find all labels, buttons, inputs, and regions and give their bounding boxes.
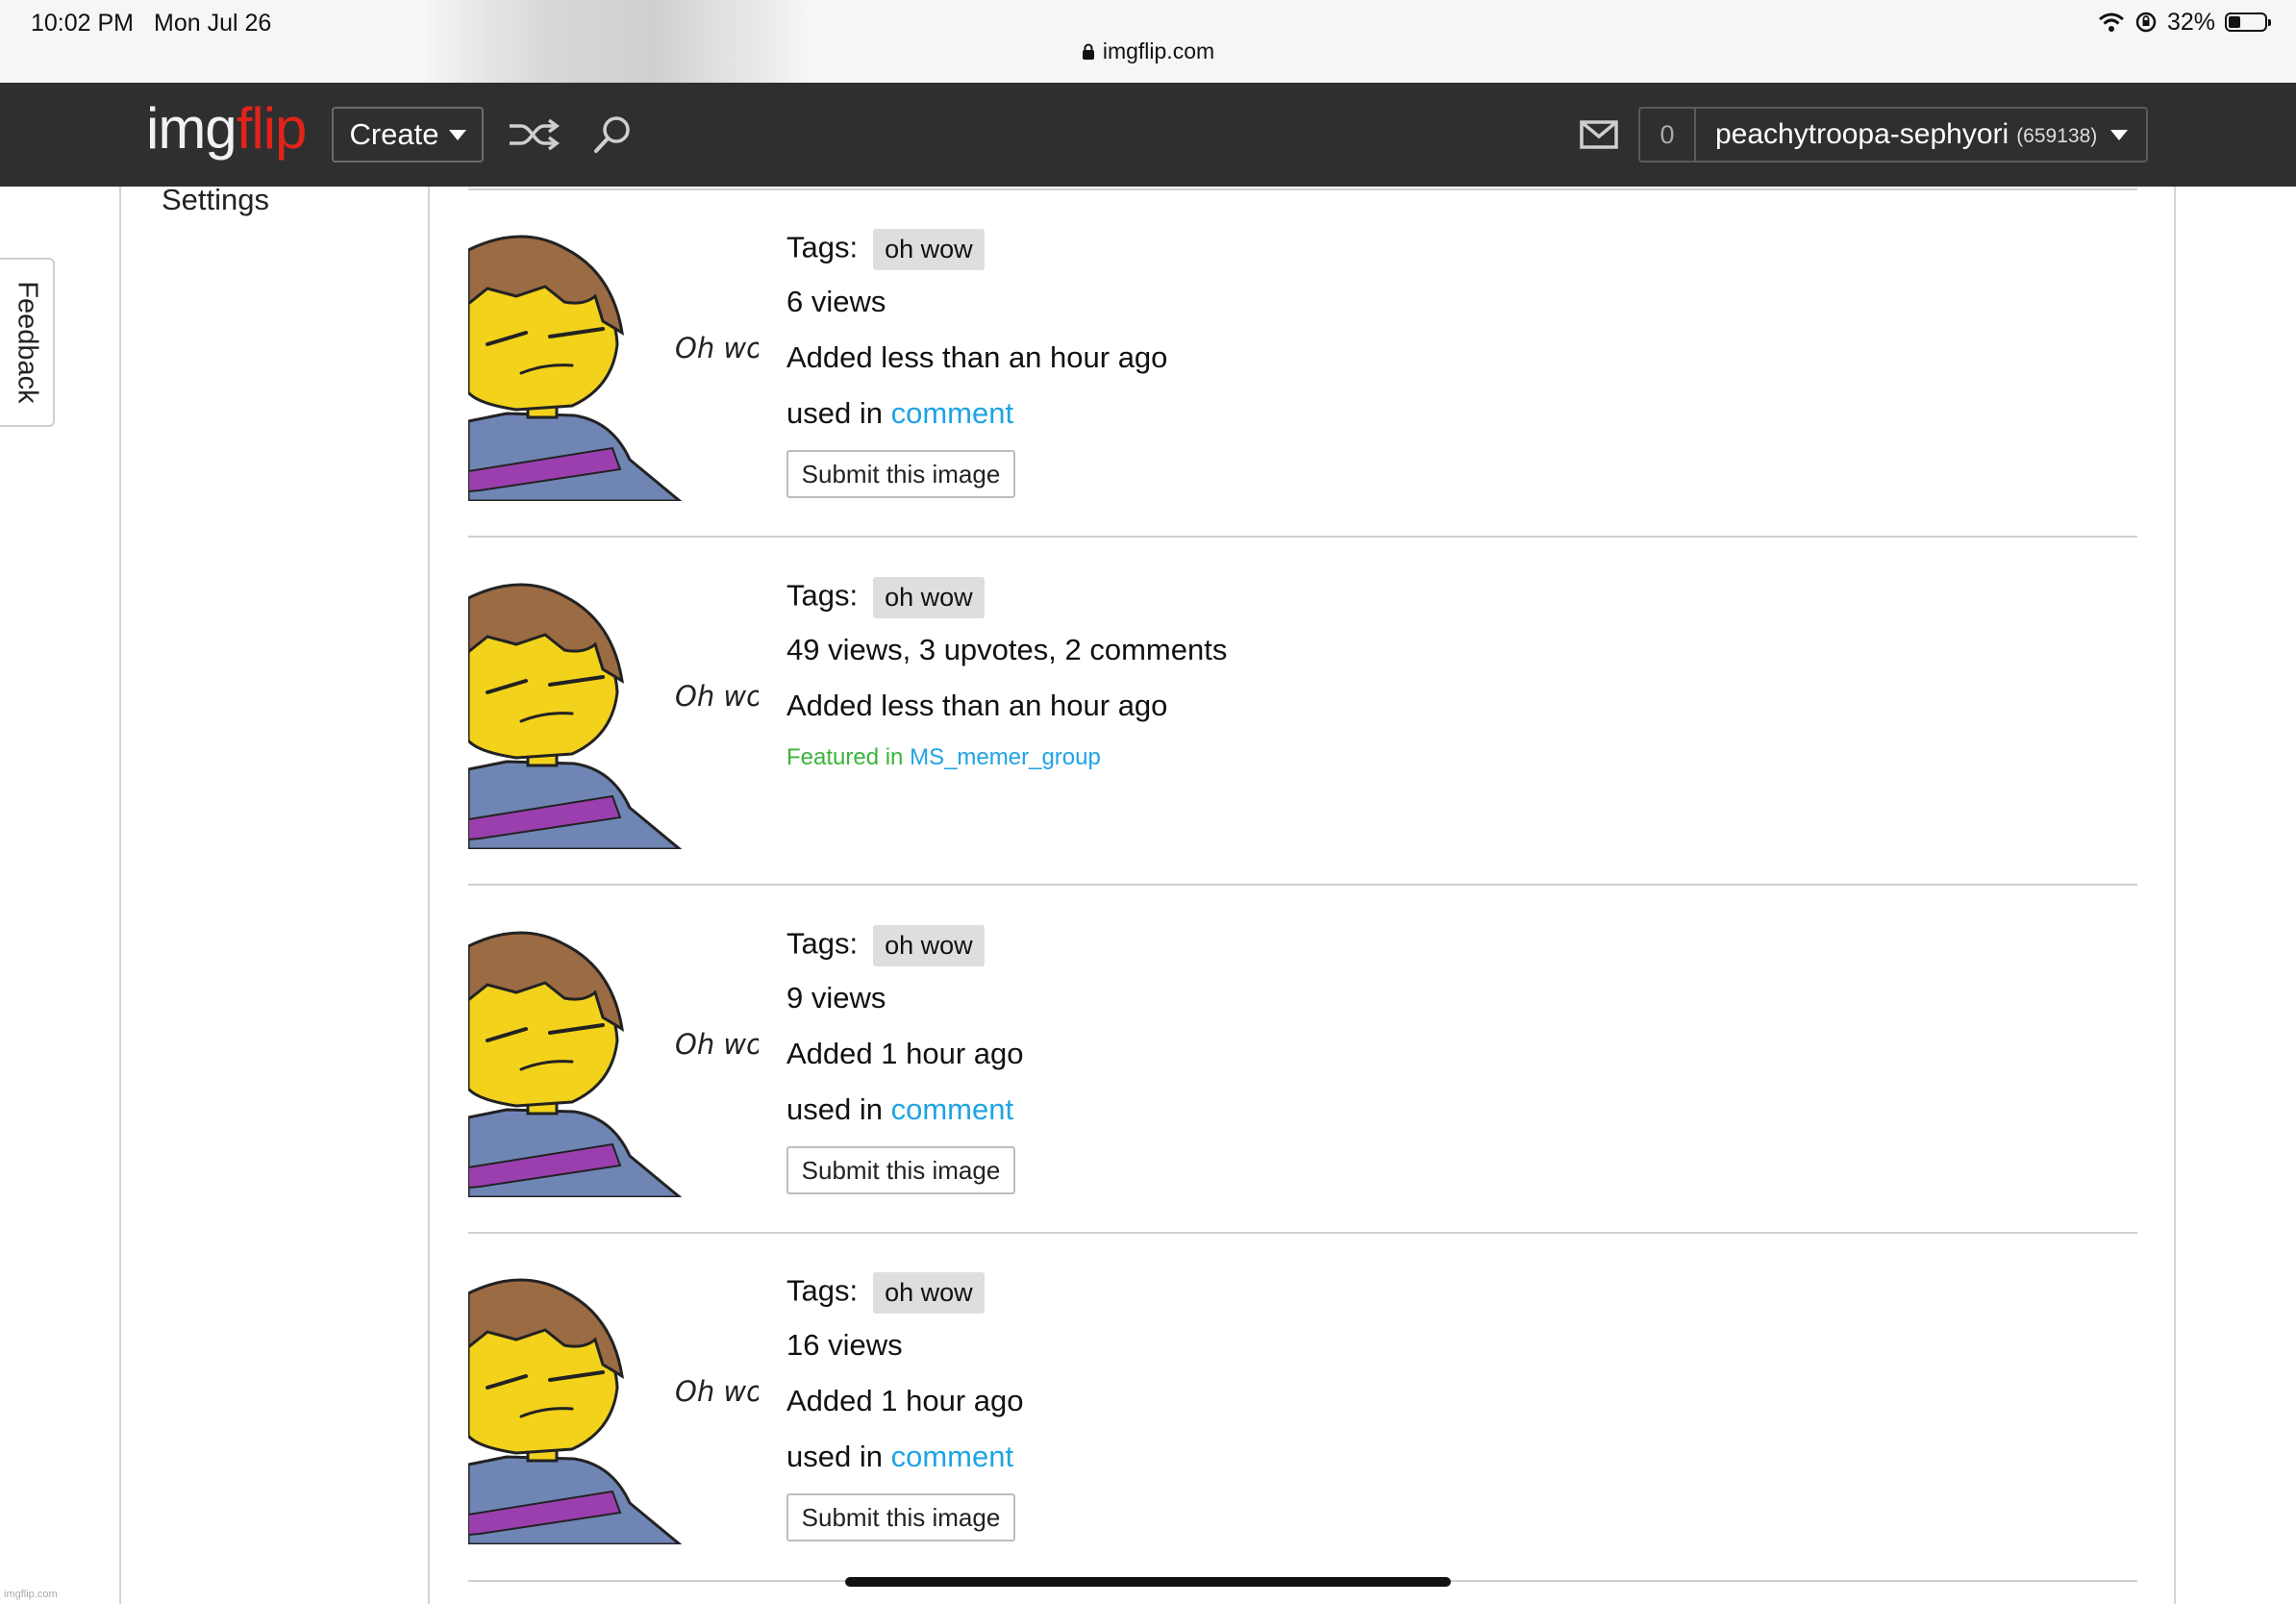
tags-label: Tags: bbox=[786, 926, 859, 961]
status-right: 32% bbox=[2098, 8, 2271, 37]
random-button[interactable] bbox=[507, 110, 561, 160]
status-time: 10:02 PM bbox=[31, 10, 135, 37]
url-text: imgflip.com bbox=[1102, 38, 1215, 63]
meme-image: Oh wo bbox=[466, 229, 763, 503]
settings-link[interactable]: Settings bbox=[162, 183, 269, 217]
meme-image: Oh wo bbox=[466, 925, 763, 1199]
battery-icon bbox=[2225, 13, 2271, 32]
orientation-lock-icon bbox=[2135, 12, 2157, 33]
notification-count[interactable]: 0 bbox=[1638, 107, 1694, 163]
view-stats: 16 views bbox=[786, 1328, 903, 1362]
username: peachytroopa-sephyori bbox=[1715, 118, 2009, 150]
shuffle-icon bbox=[510, 118, 560, 151]
search-icon bbox=[594, 116, 630, 153]
featured-stream-link[interactable]: MS_memer_group bbox=[910, 744, 1101, 770]
imgflip-logo[interactable]: imgflip bbox=[146, 100, 307, 158]
chevron-down-icon bbox=[2110, 129, 2129, 140]
featured-label: Featured in bbox=[786, 744, 904, 770]
chevron-down-icon bbox=[448, 129, 466, 140]
used-in-label: used in bbox=[786, 1092, 883, 1126]
view-stats: 49 views, 3 upvotes, 2 comments bbox=[786, 633, 1228, 666]
mail-icon bbox=[1580, 120, 1618, 149]
tags-row: Tags: oh wow bbox=[786, 925, 985, 966]
meme-image: Oh wo bbox=[466, 1272, 763, 1546]
used-in-row: used in comment bbox=[786, 396, 1013, 431]
meme-thumbnail[interactable]: Oh wo bbox=[466, 925, 763, 1199]
address-bar[interactable]: imgflip.com bbox=[0, 38, 2296, 64]
added-time: Added less than an hour ago bbox=[786, 340, 1168, 374]
added-time: Added 1 hour ago bbox=[786, 1037, 1024, 1070]
meme-thumbnail[interactable]: Oh wo bbox=[466, 1272, 763, 1546]
status-date: Mon Jul 26 bbox=[154, 10, 272, 37]
feedback-label: Feedback bbox=[12, 281, 42, 404]
logo-img: img bbox=[146, 96, 237, 161]
content-right-border bbox=[2174, 187, 2176, 1604]
view-stats: 6 views bbox=[786, 285, 886, 318]
status-bar: 10:02 PM Mon Jul 26 imgflip.com 32% bbox=[0, 0, 2296, 83]
battery-fill bbox=[2229, 16, 2240, 28]
user-menu-button[interactable]: peachytroopa-sephyori (659138) bbox=[1694, 107, 2148, 163]
submit-image-button[interactable]: Submit this image bbox=[786, 1146, 1015, 1194]
used-in-link[interactable]: comment bbox=[891, 1092, 1013, 1126]
tag-chip[interactable]: oh wow bbox=[873, 577, 985, 618]
meme-caption: Oh wo bbox=[675, 680, 759, 713]
create-button[interactable]: Create bbox=[332, 107, 484, 163]
meme-caption: Oh wo bbox=[675, 1375, 759, 1408]
tags-label: Tags: bbox=[786, 578, 859, 613]
search-button[interactable] bbox=[586, 110, 639, 160]
feedback-tab[interactable]: Feedback bbox=[0, 258, 55, 427]
meme-thumbnail[interactable]: Oh wo bbox=[466, 229, 763, 503]
user-points: (659138) bbox=[2016, 125, 2098, 147]
list-divider bbox=[468, 536, 2137, 538]
featured-row: Featured in MS_memer_group bbox=[786, 744, 1101, 771]
submit-image-button[interactable]: Submit this image bbox=[786, 450, 1015, 498]
added-time: Added 1 hour ago bbox=[786, 1384, 1024, 1417]
used-in-label: used in bbox=[786, 1440, 883, 1473]
tag-chip[interactable]: oh wow bbox=[873, 925, 985, 966]
tags-row: Tags: oh wow bbox=[786, 577, 985, 618]
wifi-icon bbox=[2098, 13, 2124, 32]
create-label: Create bbox=[349, 117, 439, 151]
tag-chip[interactable]: oh wow bbox=[873, 229, 985, 270]
tag-chip[interactable]: oh wow bbox=[873, 1272, 985, 1314]
used-in-row: used in comment bbox=[786, 1092, 1013, 1127]
used-in-link[interactable]: comment bbox=[891, 396, 1013, 430]
home-indicator bbox=[845, 1577, 1451, 1587]
meme-thumbnail[interactable]: Oh wo bbox=[466, 577, 763, 851]
logo-flip: flip bbox=[236, 96, 308, 161]
used-in-label: used in bbox=[786, 396, 883, 430]
lock-icon bbox=[1082, 43, 1094, 60]
left-sidebar: Settings bbox=[119, 183, 430, 1604]
tags-row: Tags: oh wow bbox=[786, 229, 985, 270]
battery-percent: 32% bbox=[2166, 8, 2215, 36]
site-header: imgflip Create 0 peachytroopa-sephyori (… bbox=[0, 83, 2296, 187]
meme-image: Oh wo bbox=[466, 577, 763, 851]
view-stats: 9 views bbox=[786, 981, 886, 1015]
added-time: Added less than an hour ago bbox=[786, 689, 1168, 722]
meme-caption: Oh wo bbox=[675, 1028, 759, 1061]
used-in-link[interactable]: comment bbox=[891, 1440, 1013, 1473]
submit-image-button[interactable]: Submit this image bbox=[786, 1493, 1015, 1541]
footer-watermark: imgflip.com bbox=[4, 1589, 58, 1600]
tags-label: Tags: bbox=[786, 1273, 859, 1308]
tags-row: Tags: oh wow bbox=[786, 1272, 985, 1314]
list-divider bbox=[468, 188, 2137, 190]
meme-caption: Oh wo bbox=[675, 332, 759, 364]
list-divider bbox=[468, 884, 2137, 886]
list-divider bbox=[468, 1232, 2137, 1234]
messages-button[interactable] bbox=[1575, 112, 1623, 158]
tags-label: Tags: bbox=[786, 230, 859, 264]
used-in-row: used in comment bbox=[786, 1440, 1013, 1474]
